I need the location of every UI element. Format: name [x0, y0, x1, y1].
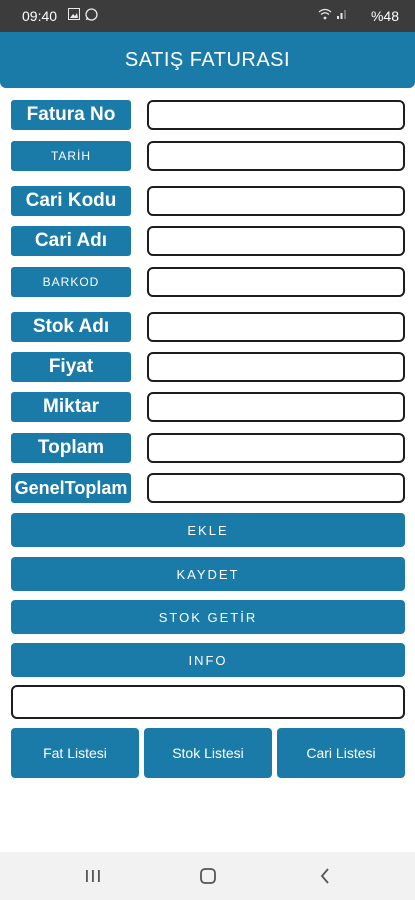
label-tarih: TARİH [11, 141, 131, 171]
fatura-no-input[interactable] [147, 100, 405, 130]
cari-adi-input[interactable] [147, 226, 405, 256]
label-toplam: Toplam [11, 433, 131, 463]
wifi-icon [318, 8, 332, 23]
cari-listesi-button[interactable]: Cari Listesi [277, 728, 405, 778]
label-cari-kodu: Cari Kodu [11, 186, 131, 216]
battery-level: %48 [370, 8, 399, 24]
whatsapp-icon [85, 8, 98, 24]
stok-listesi-button[interactable]: Stok Listesi [144, 728, 272, 778]
stok-adi-input[interactable] [147, 312, 405, 342]
page-title: SATIŞ FATURASI [124, 48, 291, 71]
fat-listesi-button[interactable]: Fat Listesi [11, 728, 139, 778]
back-icon[interactable] [305, 864, 345, 888]
genel-toplam-input[interactable] [147, 473, 405, 503]
miktar-input[interactable] [147, 392, 405, 422]
home-icon[interactable] [188, 864, 228, 888]
toplam-input[interactable] [147, 433, 405, 463]
tarih-input[interactable] [147, 141, 405, 171]
cari-kodu-input[interactable] [147, 186, 405, 216]
status-time: 09:40 [22, 8, 58, 24]
system-nav-bar [0, 852, 415, 900]
label-fatura-no: Fatura No [11, 100, 131, 130]
barkod-input[interactable] [147, 267, 405, 297]
signal-icon [336, 8, 348, 23]
image-icon [68, 8, 80, 23]
label-miktar: Miktar [11, 392, 131, 422]
label-stok-adi: Stok Adı [11, 312, 131, 342]
label-barkod: BARKOD [11, 267, 131, 297]
app-bar: SATIŞ FATURASI [0, 32, 415, 88]
ekle-button[interactable]: EKLE [11, 513, 405, 547]
label-fiyat: Fiyat [11, 352, 131, 382]
info-button[interactable]: INFO [11, 643, 405, 677]
kaydet-button[interactable]: KAYDET [11, 557, 405, 591]
label-cari-adi: Cari Adı [11, 226, 131, 256]
label-genel-toplam: GenelToplam [11, 473, 131, 503]
info-output-field[interactable] [11, 685, 405, 719]
recent-apps-icon[interactable] [73, 864, 113, 888]
stok-getir-button[interactable]: STOK GETİR [11, 600, 405, 634]
fiyat-input[interactable] [147, 352, 405, 382]
status-bar: 09:40 %48 [0, 0, 415, 32]
